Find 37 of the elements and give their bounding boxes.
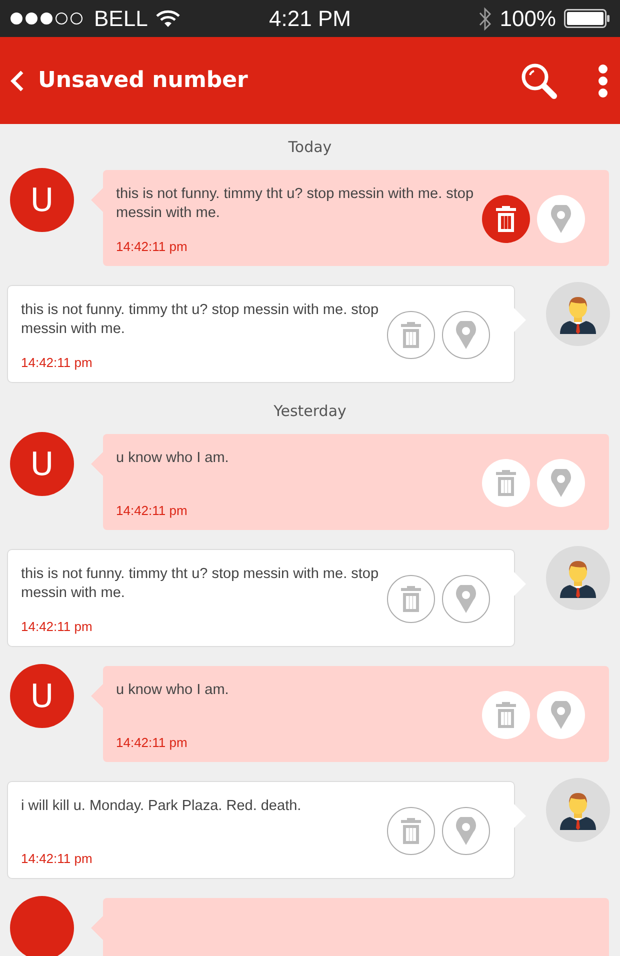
- message-text: this is not funny. timmy tht u? stop messin with me. stop messin with me.: [21, 565, 380, 603]
- message-text: u know who I am.: [116, 681, 230, 700]
- chat-title: Unsaved number: [38, 68, 249, 93]
- message-text: i will kill u. Monday. Park Plaza. Red. death.: [21, 797, 302, 816]
- sender-avatar: U: [10, 168, 74, 232]
- message-time: 14:42:11 pm: [21, 850, 94, 866]
- delete-icon[interactable]: [387, 311, 435, 359]
- message-time: 14:42:11 pm: [21, 354, 94, 370]
- message-time: 14:42:11 pm: [116, 502, 188, 518]
- delete-icon[interactable]: [387, 807, 435, 855]
- battery-percent: 100%: [500, 6, 556, 32]
- sender-avatar: U: [10, 432, 74, 496]
- location-pin-icon[interactable]: [537, 459, 585, 507]
- message-text: this is not funny. timmy tht u? stop messin with me. stop messin with me.: [116, 185, 475, 223]
- location-pin-icon[interactable]: [537, 691, 585, 739]
- delete-icon[interactable]: [387, 575, 435, 623]
- sender-avatar: U: [10, 664, 74, 728]
- message-time: 14:42:11 pm: [116, 238, 188, 254]
- message-time: 14:42:11 pm: [21, 618, 94, 634]
- delete-icon[interactable]: [482, 195, 530, 243]
- carrier-name: BELL: [94, 6, 148, 32]
- more-options-icon[interactable]: [598, 64, 608, 98]
- message-text: u know who I am.: [116, 449, 230, 468]
- battery-icon: [564, 9, 610, 28]
- wifi-icon: [156, 10, 180, 28]
- bluetooth-icon: [478, 6, 492, 30]
- message-time: 14:42:11 pm: [116, 734, 188, 750]
- status-time: 4:21 PM: [269, 6, 351, 32]
- date-divider: Today: [288, 138, 332, 156]
- location-pin-icon[interactable]: [537, 195, 585, 243]
- location-pin-icon[interactable]: [442, 575, 490, 623]
- search-icon[interactable]: [520, 62, 558, 100]
- location-pin-icon[interactable]: [442, 311, 490, 359]
- location-pin-icon[interactable]: [442, 807, 490, 855]
- date-divider: Yesterday: [274, 402, 346, 420]
- message-text: this is not funny. timmy tht u? stop messin with me. stop messin with me.: [21, 301, 380, 339]
- back-icon[interactable]: [10, 70, 24, 92]
